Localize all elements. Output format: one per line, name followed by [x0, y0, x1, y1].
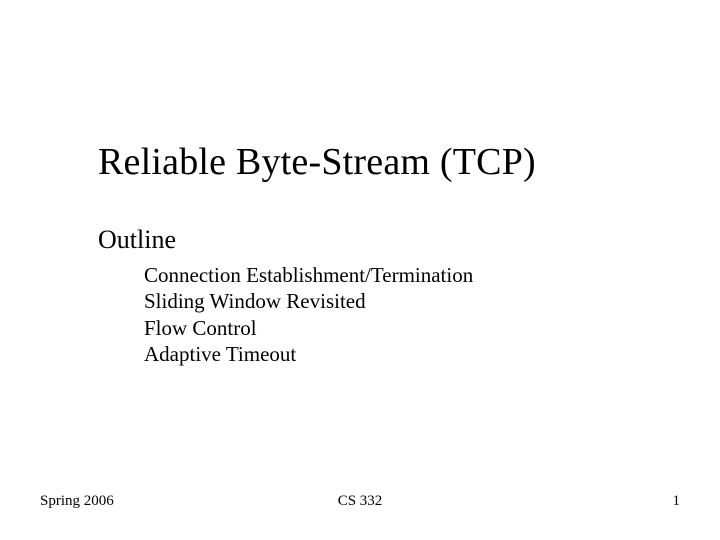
list-item: Connection Establishment/Termination [144, 262, 473, 288]
list-item: Flow Control [144, 315, 473, 341]
list-item: Adaptive Timeout [144, 341, 473, 367]
page-number: 1 [673, 493, 681, 510]
outline-heading: Outline [98, 225, 176, 255]
footer-course: CS 332 [0, 493, 720, 510]
outline-list: Connection Establishment/Termination Sli… [144, 262, 473, 367]
slide-title: Reliable Byte-Stream (TCP) [98, 140, 658, 184]
slide: Reliable Byte-Stream (TCP) Outline Conne… [0, 0, 720, 540]
list-item: Sliding Window Revisited [144, 288, 473, 314]
